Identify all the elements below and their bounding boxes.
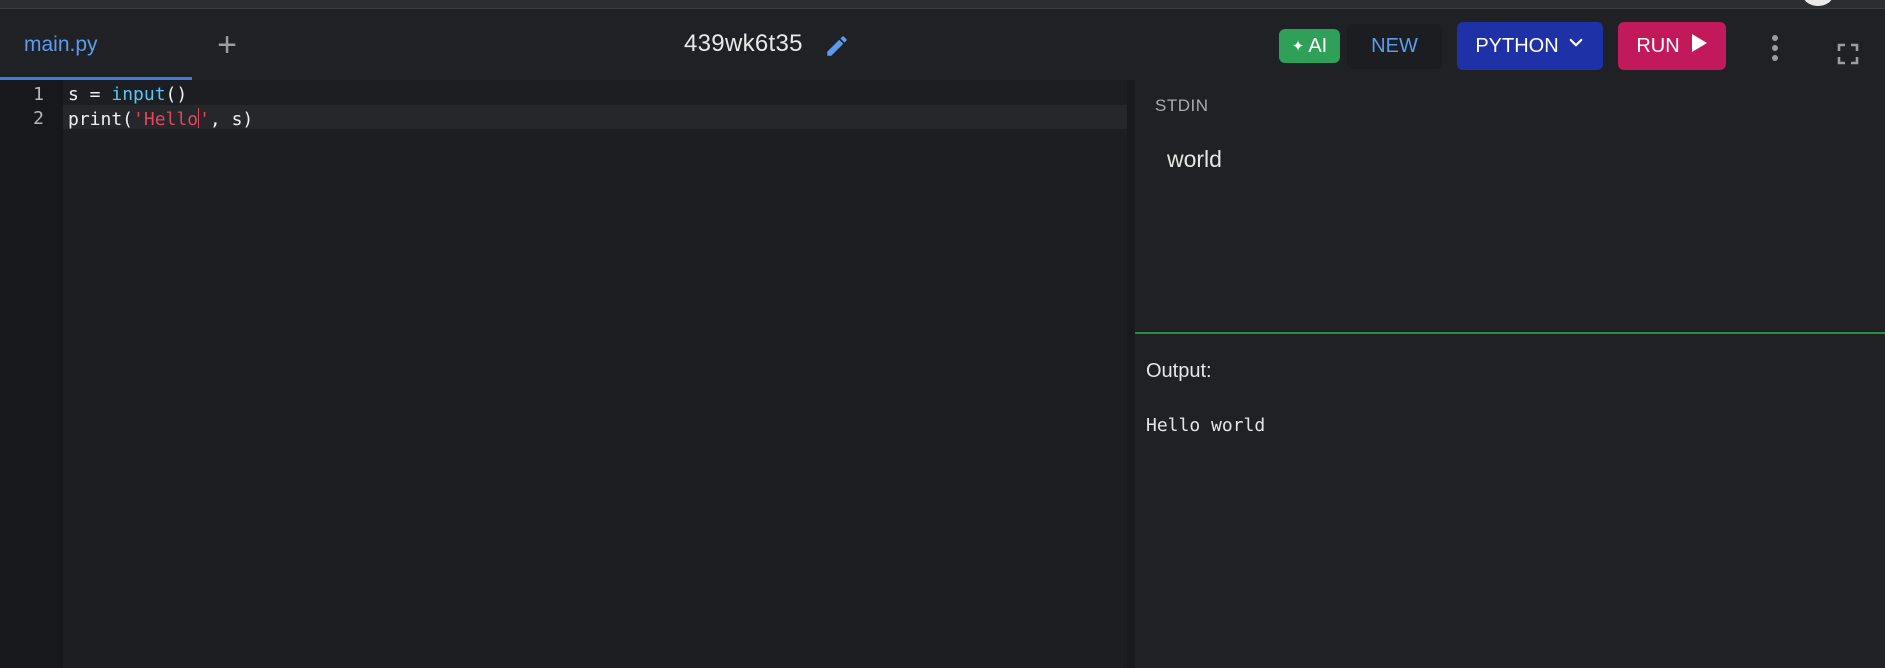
new-label: NEW [1371, 35, 1418, 57]
code-token: , s) [209, 109, 254, 130]
new-button[interactable]: NEW [1347, 24, 1442, 69]
language-select-button[interactable]: PYTHON [1457, 22, 1603, 70]
fullscreen-icon[interactable] [1836, 42, 1860, 66]
stdin-panel[interactable]: STDIN world [1135, 80, 1885, 334]
tab-label: main.py [24, 33, 98, 56]
language-label: PYTHON [1475, 34, 1559, 57]
tab-main-py[interactable]: main.py [0, 9, 192, 80]
code-token: () [165, 84, 188, 105]
code-editor[interactable]: 1 2 s = input() print('Hello', s) [0, 80, 1127, 668]
stdin-label: STDIN [1155, 96, 1209, 115]
output-text: Hello world [1146, 415, 1266, 436]
run-label: RUN [1636, 34, 1680, 57]
line-number: 1 [33, 84, 44, 105]
output-panel: Output: Hello world [1135, 336, 1885, 668]
vertical-dots-icon[interactable] [1762, 33, 1788, 63]
chevron-down-icon [1567, 34, 1585, 58]
run-button[interactable]: RUN [1618, 22, 1726, 70]
code-token: print( [68, 109, 134, 130]
code-token-string: 'Hello [133, 109, 199, 130]
code-line-2[interactable]: print('Hello', s) [68, 108, 253, 130]
output-label: Output: [1146, 360, 1212, 382]
profile-avatar[interactable] [1803, 0, 1833, 6]
code-area[interactable]: s = input() print('Hello', s) [63, 80, 1127, 668]
play-icon [1690, 33, 1708, 59]
code-token: s = [68, 84, 112, 105]
code-token-string: ' [199, 109, 210, 130]
line-number-gutter: 1 2 [0, 80, 63, 668]
pencil-icon[interactable] [824, 33, 850, 59]
project-title: 439wk6t35 [684, 30, 803, 57]
ai-button[interactable]: ✦ AI [1279, 29, 1340, 63]
browser-top-strip [0, 0, 1885, 9]
line-number: 2 [33, 108, 44, 129]
sparkles-icon: ✦ [1291, 38, 1305, 55]
stdin-input[interactable]: world [1167, 146, 1222, 173]
panel-divider[interactable] [1127, 80, 1135, 668]
code-token-keyword: input [111, 84, 166, 105]
ai-label: AI [1308, 34, 1328, 57]
plus-icon[interactable]: + [212, 28, 242, 62]
editor-header: main.py + 439wk6t35 ✦ AI NEW PYTHON RUN [0, 9, 1885, 80]
code-line-1[interactable]: s = input() [68, 84, 187, 105]
